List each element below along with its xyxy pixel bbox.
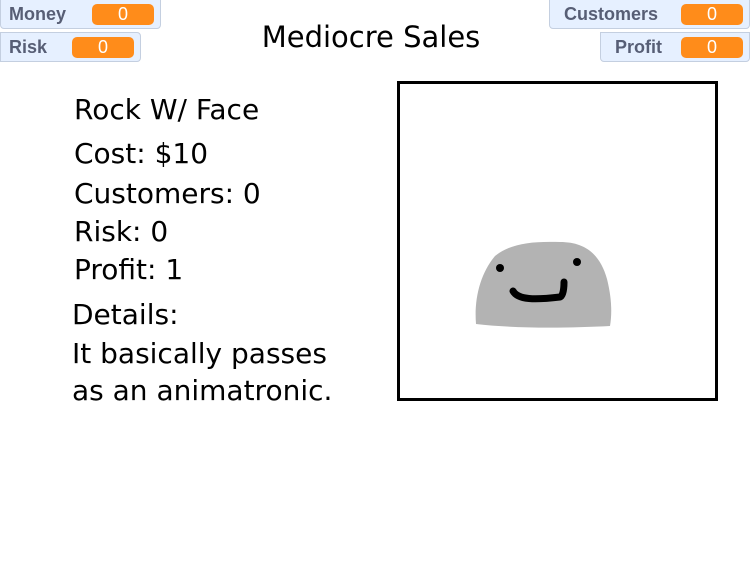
rock-eye-right [573,258,581,266]
item-customers: Customers: 0 [74,177,261,210]
item-image-frame [397,81,718,401]
details-line-2: as an animatronic. [72,374,333,407]
item-name: Rock W/ Face [74,93,260,126]
item-cost: Cost: $10 [74,137,209,170]
rock-with-face-image [475,241,612,328]
rock-body [475,241,612,328]
item-risk: Risk: 0 [74,215,169,248]
details-line-1: It basically passes [72,337,327,370]
rock-eye-left [496,264,504,272]
details-label: Details: [72,298,179,331]
page-title: Mediocre Sales [261,20,481,54]
item-profit: Profit: 1 [74,253,184,286]
